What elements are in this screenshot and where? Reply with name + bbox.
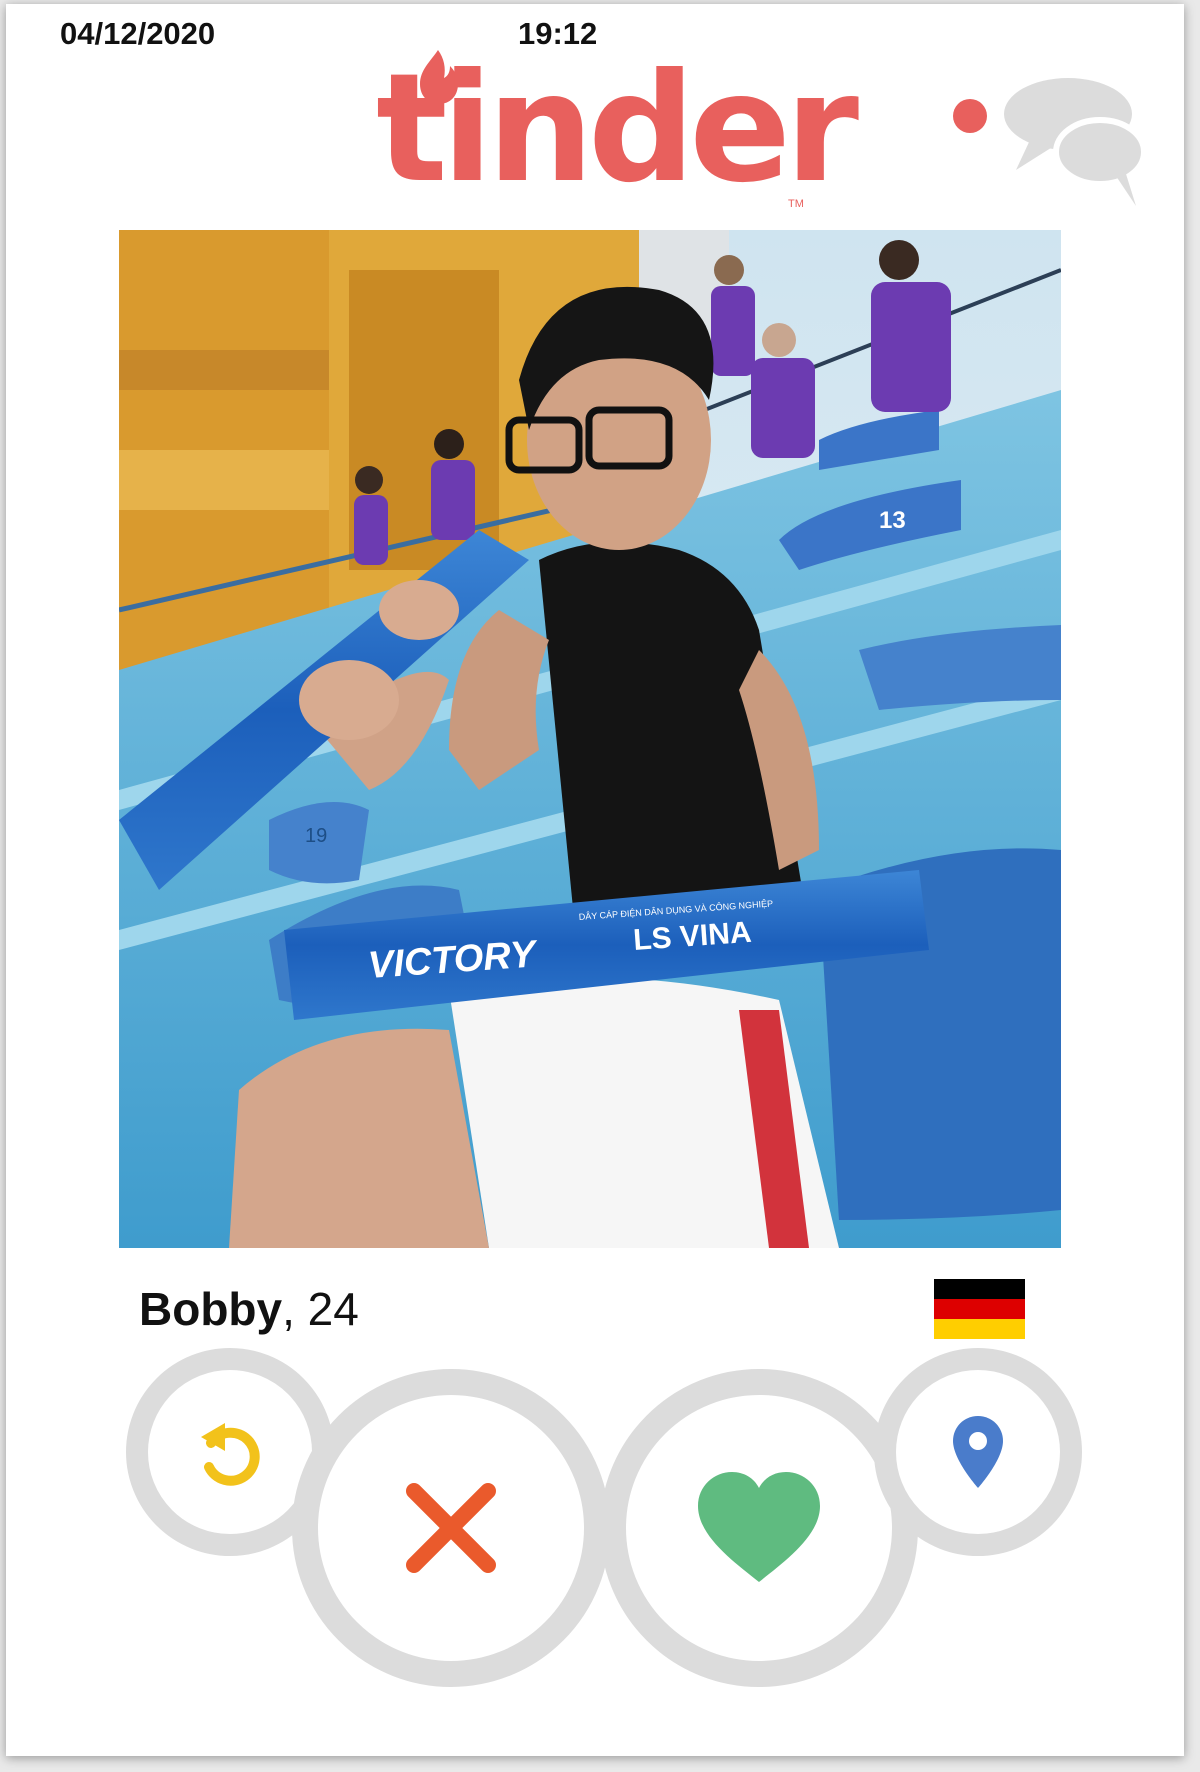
profile-photo[interactable]: 13 19 VICTORY LS VINA DÂY CÁP ĐIỆN DÂN D…: [119, 230, 1061, 1248]
nope-button[interactable]: [292, 1369, 610, 1687]
notification-dot: [953, 99, 987, 133]
germany-flag-icon: [934, 1279, 1025, 1339]
status-date: 04/12/2020: [60, 16, 216, 51]
chat-bubbles-icon[interactable]: [950, 74, 1150, 214]
seat-number: 13: [879, 507, 906, 534]
profile-age: 24: [307, 1283, 359, 1335]
profile-card: 04/12/2020 19:12 tinder TM 13 19 VICTORY…: [6, 4, 1184, 1756]
location-pin-icon: [953, 1416, 1003, 1488]
close-icon: [406, 1483, 496, 1573]
tinder-logo: tinder TM: [376, 48, 859, 218]
rewind-icon: [201, 1423, 260, 1486]
logo-wordmark: tinder: [376, 42, 859, 216]
seat-number: 19: [305, 825, 327, 847]
location-button[interactable]: [874, 1348, 1082, 1556]
logo-trademark: TM: [788, 198, 804, 210]
like-button[interactable]: [600, 1369, 918, 1687]
profile-name: Bobby: [139, 1283, 283, 1335]
name-age-separator: ,: [282, 1283, 308, 1335]
heart-icon: [698, 1472, 820, 1582]
profile-name-age: Bobby, 24: [139, 1282, 359, 1336]
